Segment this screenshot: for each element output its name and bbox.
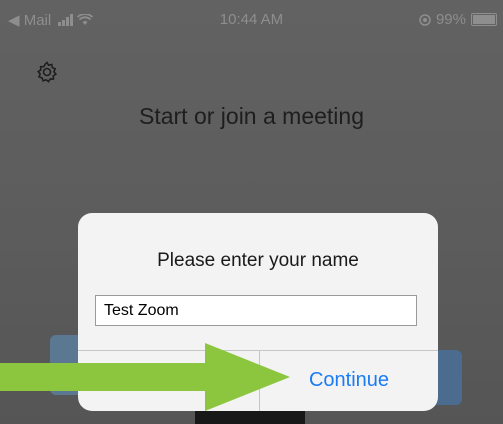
location-icon <box>419 13 431 26</box>
green-arrow-annotation <box>0 343 290 411</box>
page-title: Start or join a meeting <box>138 103 364 129</box>
battery-icon <box>471 13 497 26</box>
gear-icon[interactable] <box>35 60 59 84</box>
battery-percent: 99% <box>435 11 466 28</box>
dialog-message: Please enter your name <box>157 250 359 271</box>
app-screen: ◀ Mail 10:44 AM 99% Start or join a meet… <box>0 0 503 424</box>
status-bar: ◀ Mail 10:44 AM 99% <box>0 0 503 40</box>
status-right: 99% <box>419 11 497 28</box>
name-input[interactable] <box>95 295 417 326</box>
